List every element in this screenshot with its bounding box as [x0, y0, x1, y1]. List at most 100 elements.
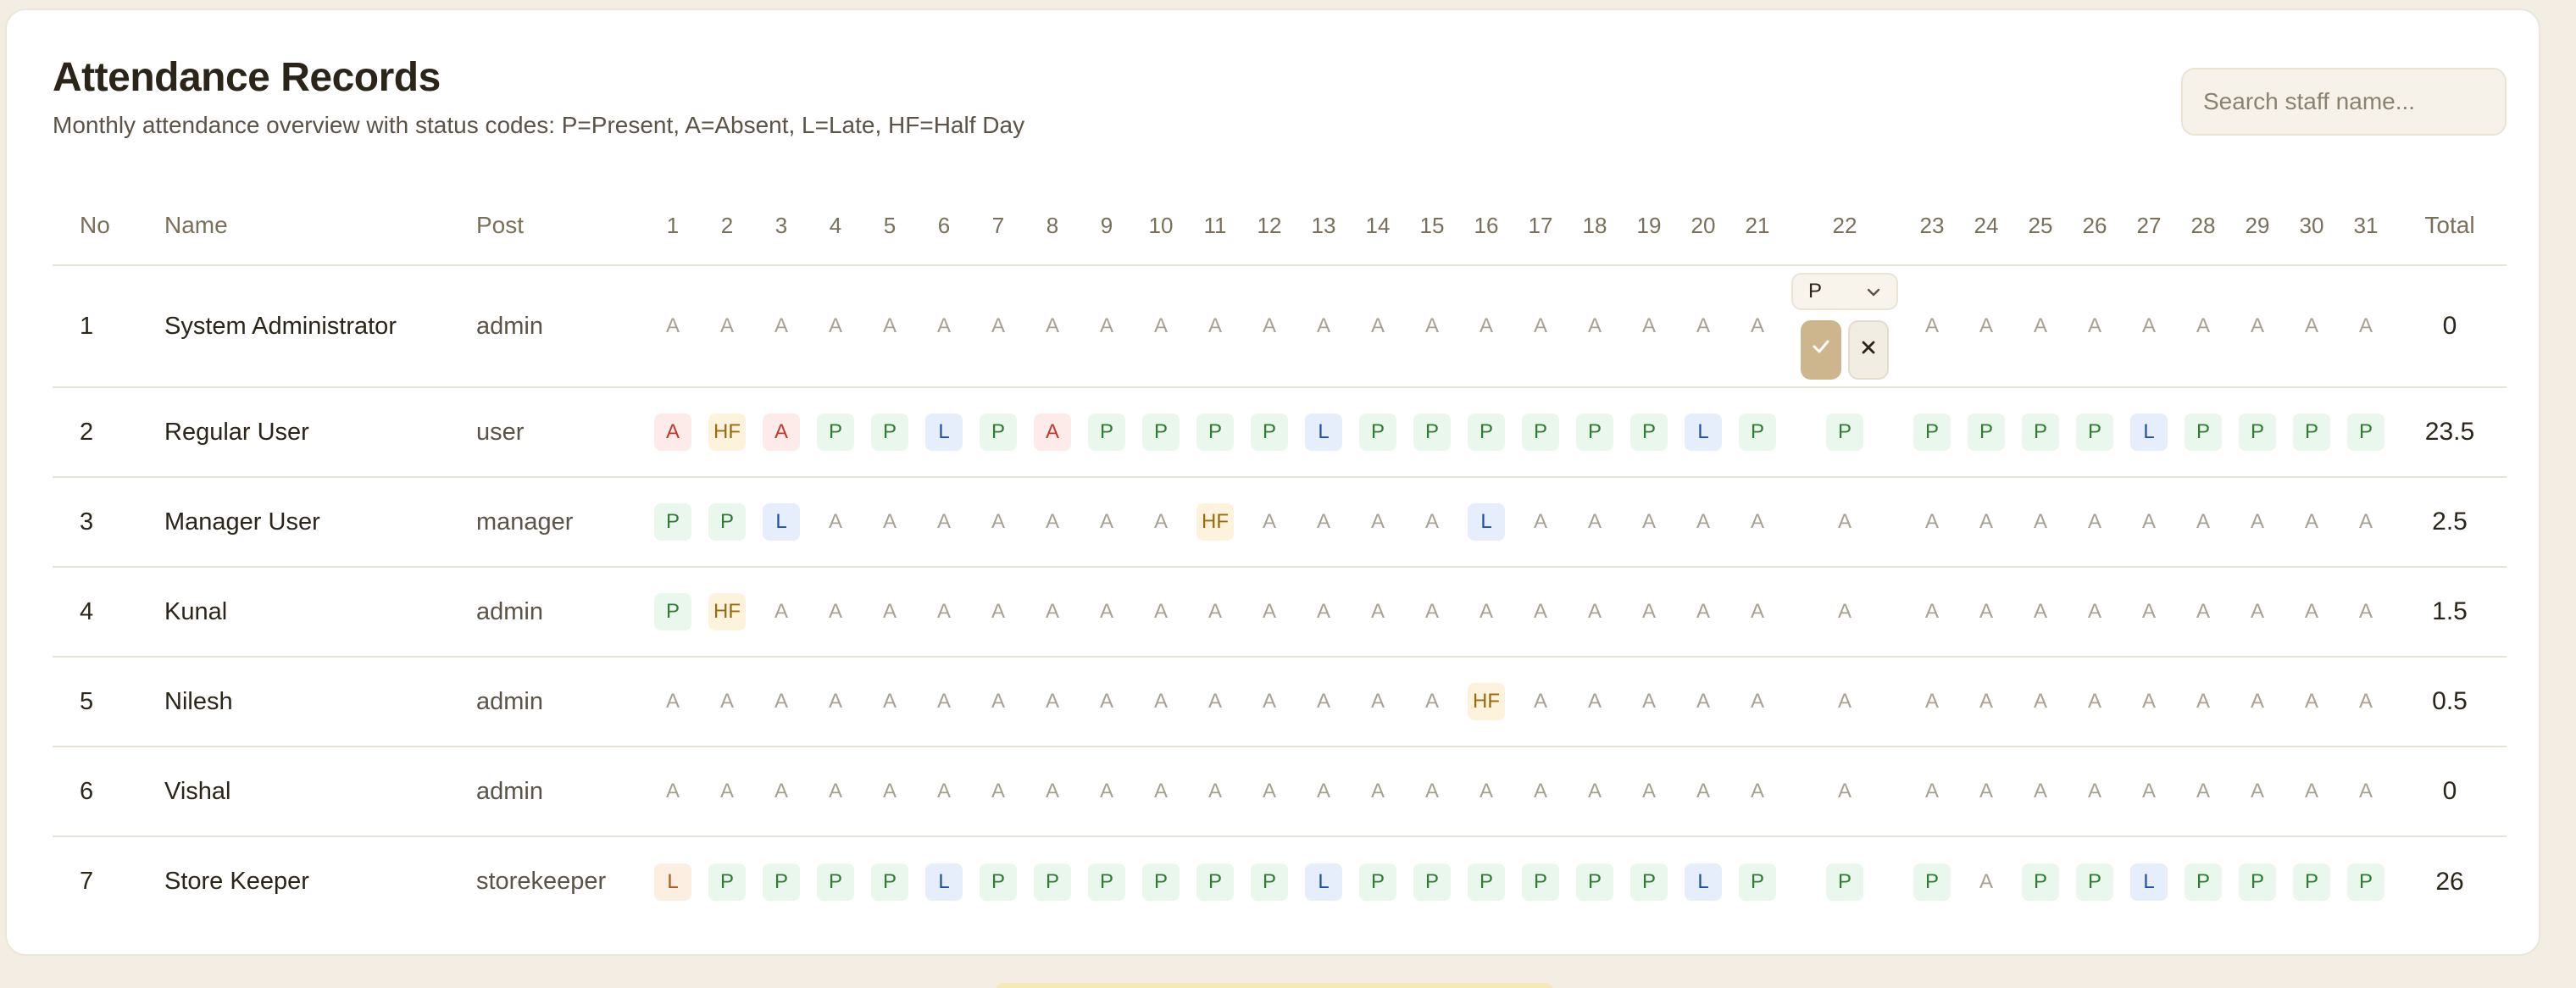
day-cell[interactable]: A — [917, 567, 971, 658]
day-cell[interactable]: P — [700, 836, 754, 926]
day-cell[interactable]: A — [1188, 567, 1242, 658]
day-cell[interactable]: P — [808, 836, 863, 926]
day-cell[interactable]: A — [2013, 567, 2068, 658]
day-cell[interactable]: P — [646, 477, 700, 568]
day-cell[interactable]: P — [1351, 387, 1405, 478]
day-cell[interactable]: A — [1513, 265, 1568, 388]
day-cell[interactable]: A — [1959, 265, 2013, 388]
day-cell[interactable]: P — [1405, 836, 1459, 926]
day-cell[interactable]: P — [2176, 836, 2230, 926]
day-cell[interactable]: P — [1905, 836, 1959, 926]
day-cell[interactable]: P — [1351, 836, 1405, 926]
day-cell[interactable]: A — [754, 747, 808, 837]
day-cell[interactable]: A — [2122, 477, 2176, 568]
day-cell[interactable]: A — [2068, 567, 2122, 658]
day-cell[interactable]: P — [1785, 836, 1905, 926]
day-cell[interactable]: A — [1080, 567, 1134, 658]
day-cell[interactable]: A — [971, 265, 1025, 388]
day-cell[interactable]: A — [1959, 836, 2013, 926]
day-cell[interactable]: A — [2339, 477, 2393, 568]
day-cell[interactable]: A — [1134, 477, 1188, 568]
day-cell[interactable]: A — [1905, 657, 1959, 747]
day-cell[interactable]: A — [2339, 265, 2393, 388]
day-cell[interactable]: A — [1351, 567, 1405, 658]
day-cell[interactable]: P — [1188, 387, 1242, 478]
day-cell[interactable]: A — [971, 567, 1025, 658]
day-cell[interactable]: A — [917, 265, 971, 388]
day-cell[interactable]: A — [917, 477, 971, 568]
day-cell[interactable]: A — [1405, 567, 1459, 658]
day-cell[interactable]: A — [2339, 657, 2393, 747]
day-cell[interactable]: P — [2230, 836, 2285, 926]
day-cell[interactable]: P — [2013, 836, 2068, 926]
day-cell[interactable]: P — [2339, 387, 2393, 478]
day-cell[interactable]: P — [1730, 836, 1785, 926]
day-cell[interactable]: A — [1959, 747, 2013, 837]
day-cell[interactable]: A — [1730, 657, 1785, 747]
day-cell[interactable]: A — [2013, 265, 2068, 388]
day-cell[interactable]: A — [646, 387, 700, 478]
day-cell[interactable]: P — [2285, 387, 2339, 478]
day-cell[interactable]: A — [1459, 265, 1513, 388]
day-cell[interactable]: A — [1080, 477, 1134, 568]
day-cell[interactable]: A — [2122, 747, 2176, 837]
day-cell[interactable]: A — [2339, 567, 2393, 658]
day-cell[interactable]: A — [1730, 567, 1785, 658]
day-cell[interactable]: A — [2230, 477, 2285, 568]
day-cell[interactable]: A — [754, 265, 808, 388]
day-cell[interactable]: A — [1730, 477, 1785, 568]
day-cell[interactable]: A — [1351, 747, 1405, 837]
day-cell[interactable]: P — [1513, 836, 1568, 926]
day-cell[interactable]: A — [700, 747, 754, 837]
day-cell[interactable]: A — [1622, 265, 1676, 388]
cancel-edit-button[interactable] — [1848, 320, 1889, 380]
day-cell[interactable]: P — [646, 567, 700, 658]
day-cell[interactable]: A — [1905, 265, 1959, 388]
day-cell[interactable]: A — [1080, 265, 1134, 388]
day-cell[interactable]: L — [917, 836, 971, 926]
day-cell[interactable]: P — [700, 477, 754, 568]
day-cell[interactable]: L — [1296, 387, 1351, 478]
day-cell[interactable]: P — [1134, 387, 1188, 478]
day-cell[interactable]: A — [1405, 265, 1459, 388]
day-cell[interactable]: A — [1959, 477, 2013, 568]
day-cell[interactable]: P — [863, 836, 917, 926]
day-cell[interactable]: P — [2068, 387, 2122, 478]
day-cell[interactable]: L — [646, 836, 700, 926]
day-cell[interactable]: A — [2285, 567, 2339, 658]
day-cell[interactable]: A — [754, 567, 808, 658]
day-cell[interactable]: A — [1513, 747, 1568, 837]
day-cell[interactable]: A — [1242, 477, 1296, 568]
day-cell[interactable]: A — [2230, 567, 2285, 658]
day-cell[interactable]: P — [2339, 836, 2393, 926]
day-cell[interactable]: A — [2230, 747, 2285, 837]
day-cell[interactable]: A — [2230, 657, 2285, 747]
day-cell[interactable]: A — [2176, 657, 2230, 747]
day-cell[interactable]: A — [1459, 747, 1513, 837]
day-cell[interactable]: A — [1568, 477, 1622, 568]
day-cell[interactable]: A — [700, 657, 754, 747]
day-cell[interactable]: A — [1676, 567, 1730, 658]
day-cell[interactable]: A — [2068, 265, 2122, 388]
day-cell[interactable]: P — [754, 836, 808, 926]
day-cell[interactable]: A — [1351, 657, 1405, 747]
day-cell[interactable]: A — [1622, 477, 1676, 568]
day-cell[interactable]: A — [2122, 657, 2176, 747]
day-cell[interactable]: P — [1959, 387, 2013, 478]
day-cell[interactable]: A — [1785, 477, 1905, 568]
day-cell[interactable]: A — [863, 657, 917, 747]
day-cell[interactable]: A — [2339, 747, 2393, 837]
day-cell[interactable]: A — [754, 387, 808, 478]
day-cell[interactable]: P — [1785, 387, 1905, 478]
day-cell[interactable]: A — [1296, 265, 1351, 388]
day-cell[interactable]: A — [2068, 747, 2122, 837]
day-cell[interactable]: A — [2013, 747, 2068, 837]
day-cell[interactable]: A — [1188, 265, 1242, 388]
day-cell[interactable]: A — [863, 477, 917, 568]
day-cell[interactable]: A — [1351, 477, 1405, 568]
day-cell[interactable]: A — [1025, 567, 1080, 658]
day-cell[interactable]: A — [1905, 747, 1959, 837]
day-cell[interactable]: L — [1676, 387, 1730, 478]
day-cell[interactable]: A — [1905, 477, 1959, 568]
day-cell[interactable]: A — [1134, 567, 1188, 658]
